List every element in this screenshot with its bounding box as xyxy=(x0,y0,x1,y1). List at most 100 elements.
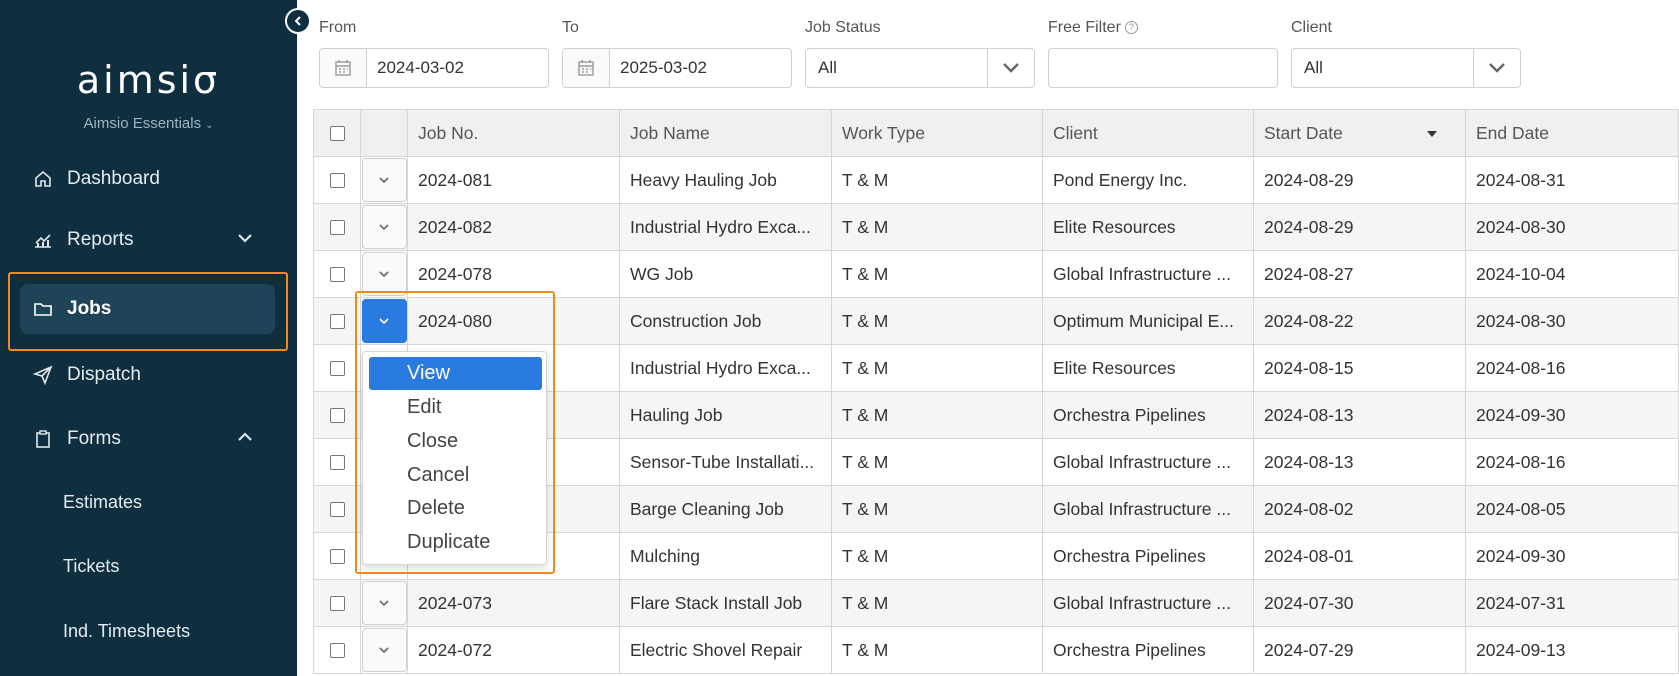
row-action-button[interactable] xyxy=(361,581,407,625)
org-name: Aimsio Essentials xyxy=(83,115,202,132)
row-checkbox[interactable] xyxy=(329,313,345,329)
to-date-field[interactable]: 2025-03-02 xyxy=(562,48,792,88)
cell-job-name: Sensor-Tube Installati... xyxy=(619,439,831,485)
nav-dispatch-label: Dispatch xyxy=(67,364,141,385)
row-action-cell xyxy=(360,251,407,297)
sidebar: aimsiσ Aimsio Essentials ⌄ Dashboard Repo… xyxy=(0,0,297,676)
nav-forms[interactable]: Forms xyxy=(20,414,275,464)
calendar-icon[interactable] xyxy=(320,49,367,87)
col-header-end-date[interactable]: End Date xyxy=(1465,110,1679,156)
sidebar-collapse-button[interactable] xyxy=(285,8,311,34)
job-status-label: Job Status xyxy=(805,19,881,36)
free-filter-input[interactable] xyxy=(1048,48,1278,88)
menu-item-delete[interactable]: Delete xyxy=(369,492,542,525)
cell-work-type: T & M xyxy=(831,580,1042,626)
chevron-down-icon xyxy=(237,230,253,252)
calendar-icon[interactable] xyxy=(563,49,610,87)
row-action-button[interactable] xyxy=(361,628,407,672)
chevron-down-icon xyxy=(1473,49,1520,87)
cell-work-type: T & M xyxy=(831,298,1042,344)
row-action-cell xyxy=(360,627,407,673)
send-icon xyxy=(31,363,55,387)
row-checkbox[interactable] xyxy=(329,642,345,658)
col-header-work-type[interactable]: Work Type xyxy=(831,110,1042,156)
col-header-job-no[interactable]: Job No. xyxy=(407,110,619,156)
row-action-button[interactable] xyxy=(361,158,407,202)
chart-icon xyxy=(31,228,55,252)
job-status-select[interactable]: All xyxy=(805,48,1035,88)
row-action-button[interactable] xyxy=(361,205,407,249)
cell-start-date: 2024-08-29 xyxy=(1253,204,1465,250)
table-header-row: Job No. Job Name Work Type Client Start … xyxy=(313,110,1679,157)
cell-job-no: 2024-073 xyxy=(407,580,619,626)
row-select-cell xyxy=(313,533,360,579)
cell-job-no: 2024-082 xyxy=(407,204,619,250)
nav-forms-label: Forms xyxy=(67,428,121,449)
nav-dashboard[interactable]: Dashboard xyxy=(20,154,275,204)
nav-dispatch[interactable]: Dispatch xyxy=(20,350,275,400)
col-header-job-name[interactable]: Job Name xyxy=(619,110,831,156)
cell-client: Global Infrastructure ... xyxy=(1042,439,1253,485)
cell-work-type: T & M xyxy=(831,533,1042,579)
row-checkbox[interactable] xyxy=(329,172,345,188)
free-filter-label: Free Filter? xyxy=(1048,19,1138,37)
row-action-menu: View Edit Close Cancel Delete Duplicate xyxy=(362,351,547,565)
home-icon xyxy=(31,167,55,191)
row-checkbox[interactable] xyxy=(329,501,345,517)
cell-work-type: T & M xyxy=(831,627,1042,673)
table-row[interactable]: 2024-082 Industrial Hydro Exca... T & M … xyxy=(313,204,1679,251)
cell-start-date: 2024-08-22 xyxy=(1253,298,1465,344)
client-select[interactable]: All xyxy=(1291,48,1521,88)
cell-end-date: 2024-08-16 xyxy=(1465,345,1679,391)
cell-job-name: Electric Shovel Repair xyxy=(619,627,831,673)
nav-sub-timesheets[interactable]: Ind. Timesheets xyxy=(63,621,190,642)
menu-item-duplicate[interactable]: Duplicate xyxy=(369,526,542,559)
row-checkbox[interactable] xyxy=(329,219,345,235)
col-header-client[interactable]: Client xyxy=(1042,110,1253,156)
row-action-button[interactable] xyxy=(361,252,407,296)
help-icon[interactable]: ? xyxy=(1124,20,1138,34)
nav-sub-tickets[interactable]: Tickets xyxy=(63,556,119,577)
from-label: From xyxy=(319,19,357,36)
cell-job-name: Flare Stack Install Job xyxy=(619,580,831,626)
table-row[interactable]: 2024-078 WG Job T & M Global Infrastruct… xyxy=(313,251,1679,298)
row-select-cell xyxy=(313,627,360,673)
table-row[interactable]: 2024-081 Heavy Hauling Job T & M Pond En… xyxy=(313,157,1679,204)
chevron-down-icon xyxy=(379,317,389,324)
chevron-down-icon xyxy=(379,223,389,230)
col-header-start-date[interactable]: Start Date xyxy=(1253,110,1465,156)
row-checkbox[interactable] xyxy=(329,454,345,470)
row-checkbox[interactable] xyxy=(329,407,345,423)
from-date-field[interactable]: 2024-03-02 xyxy=(319,48,549,88)
select-all-cell xyxy=(313,110,360,156)
select-all-checkbox[interactable] xyxy=(329,125,345,141)
cell-work-type: T & M xyxy=(831,157,1042,203)
cell-end-date: 2024-08-30 xyxy=(1465,298,1679,344)
nav-reports[interactable]: Reports xyxy=(20,215,275,265)
row-checkbox[interactable] xyxy=(329,266,345,282)
cell-job-name: Hauling Job xyxy=(619,392,831,438)
free-filter-label-text: Free Filter xyxy=(1048,19,1121,36)
cell-job-name: Mulching xyxy=(619,533,831,579)
row-checkbox[interactable] xyxy=(329,360,345,376)
menu-item-cancel[interactable]: Cancel xyxy=(369,459,542,492)
sort-desc-icon xyxy=(1427,131,1437,137)
table-row[interactable]: 2024-080 Construction Job T & M Optimum … xyxy=(313,298,1679,345)
row-select-cell xyxy=(313,204,360,250)
row-action-cell xyxy=(360,157,407,203)
menu-item-view[interactable]: View xyxy=(369,357,542,390)
org-switcher[interactable]: Aimsio Essentials ⌄ xyxy=(0,115,297,132)
nav-jobs[interactable]: Jobs xyxy=(20,284,275,334)
table-row[interactable]: 2024-072 Electric Shovel Repair T & M Or… xyxy=(313,627,1679,674)
table-row[interactable]: 2024-073 Flare Stack Install Job T & M G… xyxy=(313,580,1679,627)
menu-item-edit[interactable]: Edit xyxy=(369,391,542,424)
row-action-button-active[interactable] xyxy=(361,299,407,343)
cell-client: Global Infrastructure ... xyxy=(1042,580,1253,626)
row-checkbox[interactable] xyxy=(329,548,345,564)
row-checkbox[interactable] xyxy=(329,595,345,611)
cell-work-type: T & M xyxy=(831,439,1042,485)
menu-item-close[interactable]: Close xyxy=(369,425,542,458)
chevron-up-icon xyxy=(237,429,253,451)
nav-sub-estimates[interactable]: Estimates xyxy=(63,492,142,513)
cell-job-name: WG Job xyxy=(619,251,831,297)
